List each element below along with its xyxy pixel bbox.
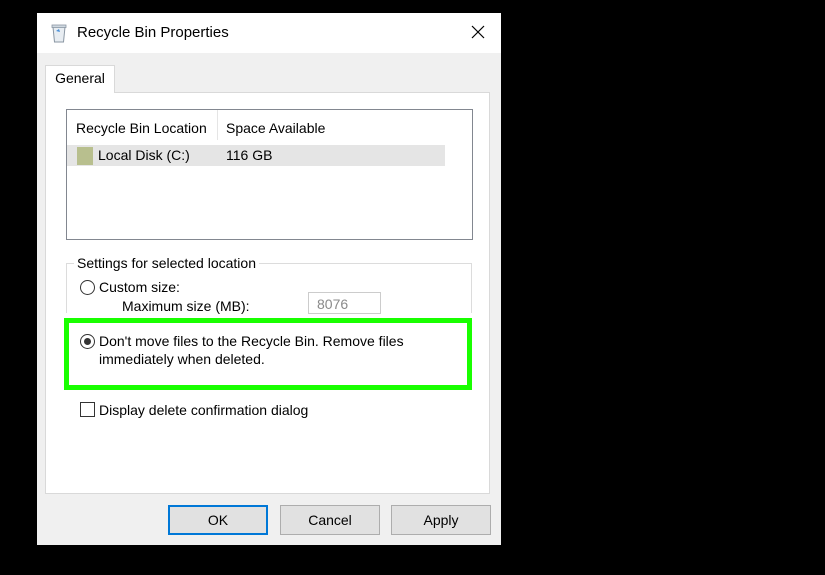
close-button[interactable] [455, 13, 501, 53]
dont-move-files-label[interactable]: Don't move files to the Recycle Bin. Rem… [99, 333, 404, 349]
max-size-label: Maximum size (MB): [122, 298, 250, 314]
list-item[interactable]: Local Disk (C:) 116 GB [67, 145, 445, 166]
recycle-bin-properties-dialog: Recycle Bin Properties General Recycle B… [37, 13, 501, 545]
close-icon [470, 24, 486, 43]
custom-size-label[interactable]: Custom size: [99, 279, 180, 295]
max-size-input[interactable]: 8076 [308, 292, 381, 314]
location-name: Local Disk (C:) [98, 147, 190, 163]
recycle-bin-location-list[interactable]: Recycle Bin Location Space Available Loc… [66, 109, 473, 240]
column-divider[interactable] [217, 110, 218, 140]
apply-button[interactable]: Apply [391, 505, 491, 535]
window-title: Recycle Bin Properties [77, 24, 229, 41]
tab-panel-general: Recycle Bin Location Space Available Loc… [45, 92, 490, 494]
drive-icon [77, 147, 93, 165]
title-bar: Recycle Bin Properties [37, 13, 501, 53]
delete-confirmation-checkbox[interactable] [80, 402, 95, 417]
dont-move-files-label-line2[interactable]: immediately when deleted. [99, 351, 265, 367]
delete-confirmation-label[interactable]: Display delete confirmation dialog [99, 402, 308, 418]
cancel-button[interactable]: Cancel [280, 505, 380, 535]
recycle-bin-icon [51, 23, 67, 43]
space-available: 116 GB [226, 147, 273, 163]
dont-move-files-radio[interactable] [80, 334, 95, 349]
tab-general[interactable]: General [45, 65, 115, 93]
column-header-space[interactable]: Space Available [226, 120, 325, 136]
settings-group-label: Settings for selected location [74, 255, 259, 271]
custom-size-radio[interactable] [80, 280, 95, 295]
column-header-location[interactable]: Recycle Bin Location [76, 120, 207, 136]
list-header: Recycle Bin Location Space Available [67, 110, 445, 144]
ok-button[interactable]: OK [168, 505, 268, 535]
